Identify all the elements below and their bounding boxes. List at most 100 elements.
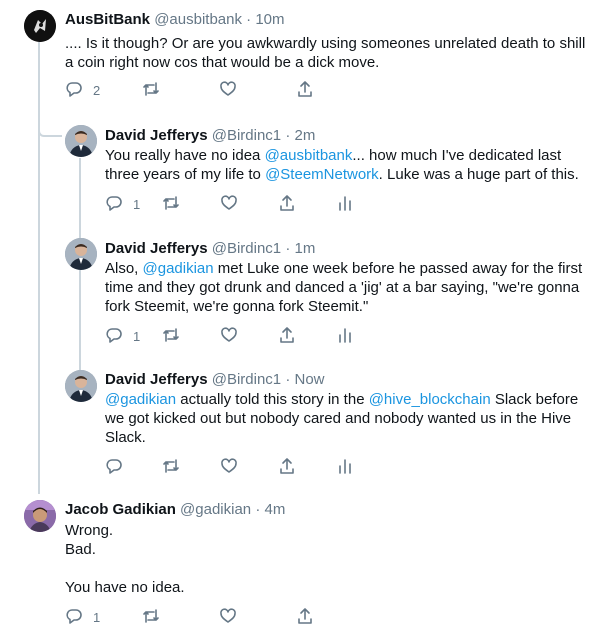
tweet-text: @gadikian actually told this story in th… xyxy=(105,390,600,447)
like-button[interactable] xyxy=(219,607,237,628)
reply-button[interactable]: 1 xyxy=(105,194,140,215)
share-button[interactable] xyxy=(278,194,296,215)
mention-link[interactable]: @hive_blockchain xyxy=(369,391,491,408)
heart-icon xyxy=(219,80,237,101)
user-handle[interactable]: @Birdinc1 xyxy=(212,371,281,388)
mention-link[interactable]: @ausbitbank xyxy=(265,147,353,164)
tweet-text-segment: Wrong. xyxy=(65,522,114,539)
tweet-text-segment: You have no idea. xyxy=(65,579,185,596)
avatar[interactable] xyxy=(65,125,97,157)
retweet-button[interactable] xyxy=(142,607,160,628)
separator-dot: · xyxy=(285,240,291,257)
reply-button[interactable] xyxy=(105,457,133,478)
reply-button[interactable]: 1 xyxy=(65,607,100,628)
tweet-reply-2[interactable]: David Jefferys @Birdinc1 · 1m Also, @gad… xyxy=(0,231,607,363)
reply-icon xyxy=(105,326,123,347)
timestamp[interactable]: 2m xyxy=(295,127,316,144)
display-name[interactable]: David Jefferys xyxy=(105,127,208,144)
tweet-line: Wrong. xyxy=(65,521,595,540)
separator-dot: · xyxy=(246,11,252,28)
like-button[interactable] xyxy=(220,457,238,478)
action-bar: 1 xyxy=(105,326,365,348)
analytics-button[interactable] xyxy=(336,457,354,478)
like-button[interactable] xyxy=(220,326,238,347)
reply-icon xyxy=(65,607,83,628)
like-button[interactable] xyxy=(219,80,237,101)
tweet-text: .... Is it though? Or are you awkwardly … xyxy=(65,34,595,72)
action-bar: 1 xyxy=(65,607,365,629)
tweet-text-segment: .... Is it though? Or are you awkwardly … xyxy=(65,35,586,52)
reply-button[interactable]: 1 xyxy=(105,326,140,347)
display-name[interactable]: AusBitBank xyxy=(65,11,150,28)
share-button[interactable] xyxy=(296,607,314,628)
retweet-button[interactable] xyxy=(162,457,180,478)
display-name[interactable]: Jacob Gadikian xyxy=(65,501,176,518)
tweet-line: @gadikian actually told this story in th… xyxy=(105,390,600,409)
analytics-button[interactable] xyxy=(336,194,354,215)
timestamp[interactable]: 1m xyxy=(295,240,316,257)
retweet-button[interactable] xyxy=(142,80,160,101)
share-button[interactable] xyxy=(278,457,296,478)
reply-icon xyxy=(65,80,83,101)
share-icon xyxy=(296,80,314,101)
profile-photo xyxy=(65,370,97,402)
share-button[interactable] xyxy=(296,80,314,101)
share-button[interactable] xyxy=(278,326,296,347)
tweet-text-segment: three years of my life to xyxy=(105,166,266,183)
avatar[interactable] xyxy=(24,10,56,42)
tweet-header: David Jefferys @Birdinc1 · Now xyxy=(105,371,325,389)
timestamp[interactable]: Now xyxy=(295,371,325,388)
reply-count: 2 xyxy=(93,83,101,98)
display-name[interactable]: David Jefferys xyxy=(105,371,208,388)
mention-link[interactable]: @gadikian xyxy=(105,391,176,408)
action-bar: 1 xyxy=(105,194,365,216)
timestamp[interactable]: 4m xyxy=(265,501,286,518)
tweet-line: .... Is it though? Or are you awkwardly … xyxy=(65,34,595,53)
mention-link[interactable]: @SteemNetwork xyxy=(265,166,379,183)
reply-count: 1 xyxy=(93,610,101,625)
tweet-text-segment: . Luke was a huge part of this. xyxy=(378,166,579,183)
tweet-jacob-gadikian[interactable]: Jacob Gadikian @gadikian · 4m Wrong. Bad.… xyxy=(0,494,607,643)
avatar[interactable] xyxy=(24,500,56,532)
like-button[interactable] xyxy=(220,194,238,215)
analytics-icon xyxy=(336,194,354,215)
tweet-text-segment: met Luke one week before he passed away … xyxy=(213,260,583,277)
tweet-line: fork Steemit, we're gonna fork Steemit." xyxy=(105,297,600,316)
timestamp[interactable]: 10m xyxy=(255,11,284,28)
reply-button[interactable]: 2 xyxy=(65,80,100,101)
tweet-text: You really have no idea @ausbitbank... h… xyxy=(105,146,600,184)
retweet-icon xyxy=(142,80,160,101)
avatar[interactable] xyxy=(65,370,97,402)
heart-icon xyxy=(219,607,237,628)
tweet-text-segment: Also, xyxy=(105,260,143,277)
mention-link[interactable]: @gadikian xyxy=(143,260,214,277)
tweet-line xyxy=(65,559,595,578)
user-handle[interactable]: @gadikian xyxy=(180,501,251,518)
retweet-button[interactable] xyxy=(162,194,180,215)
profile-photo xyxy=(65,238,97,270)
tweet-text: Also, @gadikian met Luke one week before… xyxy=(105,259,600,316)
tweet-line: a coin right now cos that would be a dic… xyxy=(65,53,595,72)
display-name[interactable]: David Jefferys xyxy=(105,240,208,257)
ausbitbank-logo xyxy=(24,10,56,42)
share-icon xyxy=(278,457,296,478)
heart-icon xyxy=(220,457,238,478)
retweet-button[interactable] xyxy=(162,326,180,347)
retweet-icon xyxy=(162,457,180,478)
avatar[interactable] xyxy=(65,238,97,270)
tweet-text-segment: we got kicked out but nobody cared and n… xyxy=(105,410,572,427)
heart-icon xyxy=(220,326,238,347)
user-handle[interactable]: @ausbitbank xyxy=(154,11,242,28)
tweet-line: Slack. xyxy=(105,428,600,447)
share-icon xyxy=(278,194,296,215)
analytics-button[interactable] xyxy=(336,326,354,347)
user-handle[interactable]: @Birdinc1 xyxy=(212,127,281,144)
tweet-line: You have no idea. xyxy=(65,578,595,597)
user-handle[interactable]: @Birdinc1 xyxy=(212,240,281,257)
tweet-ausbitbank[interactable]: AusBitBank @ausbitbank · 10m .... Is it … xyxy=(0,0,607,110)
tweet-text-segment: time and they got drunk and danced a 'ji… xyxy=(105,279,580,296)
separator-dot: · xyxy=(285,371,291,388)
tweet-reply-3[interactable]: David Jefferys @Birdinc1 · Now @gadikian… xyxy=(0,363,607,485)
tweet-text-segment: You really have no idea xyxy=(105,147,265,164)
tweet-reply-1[interactable]: David Jefferys @Birdinc1 · 2m You really… xyxy=(0,118,607,230)
